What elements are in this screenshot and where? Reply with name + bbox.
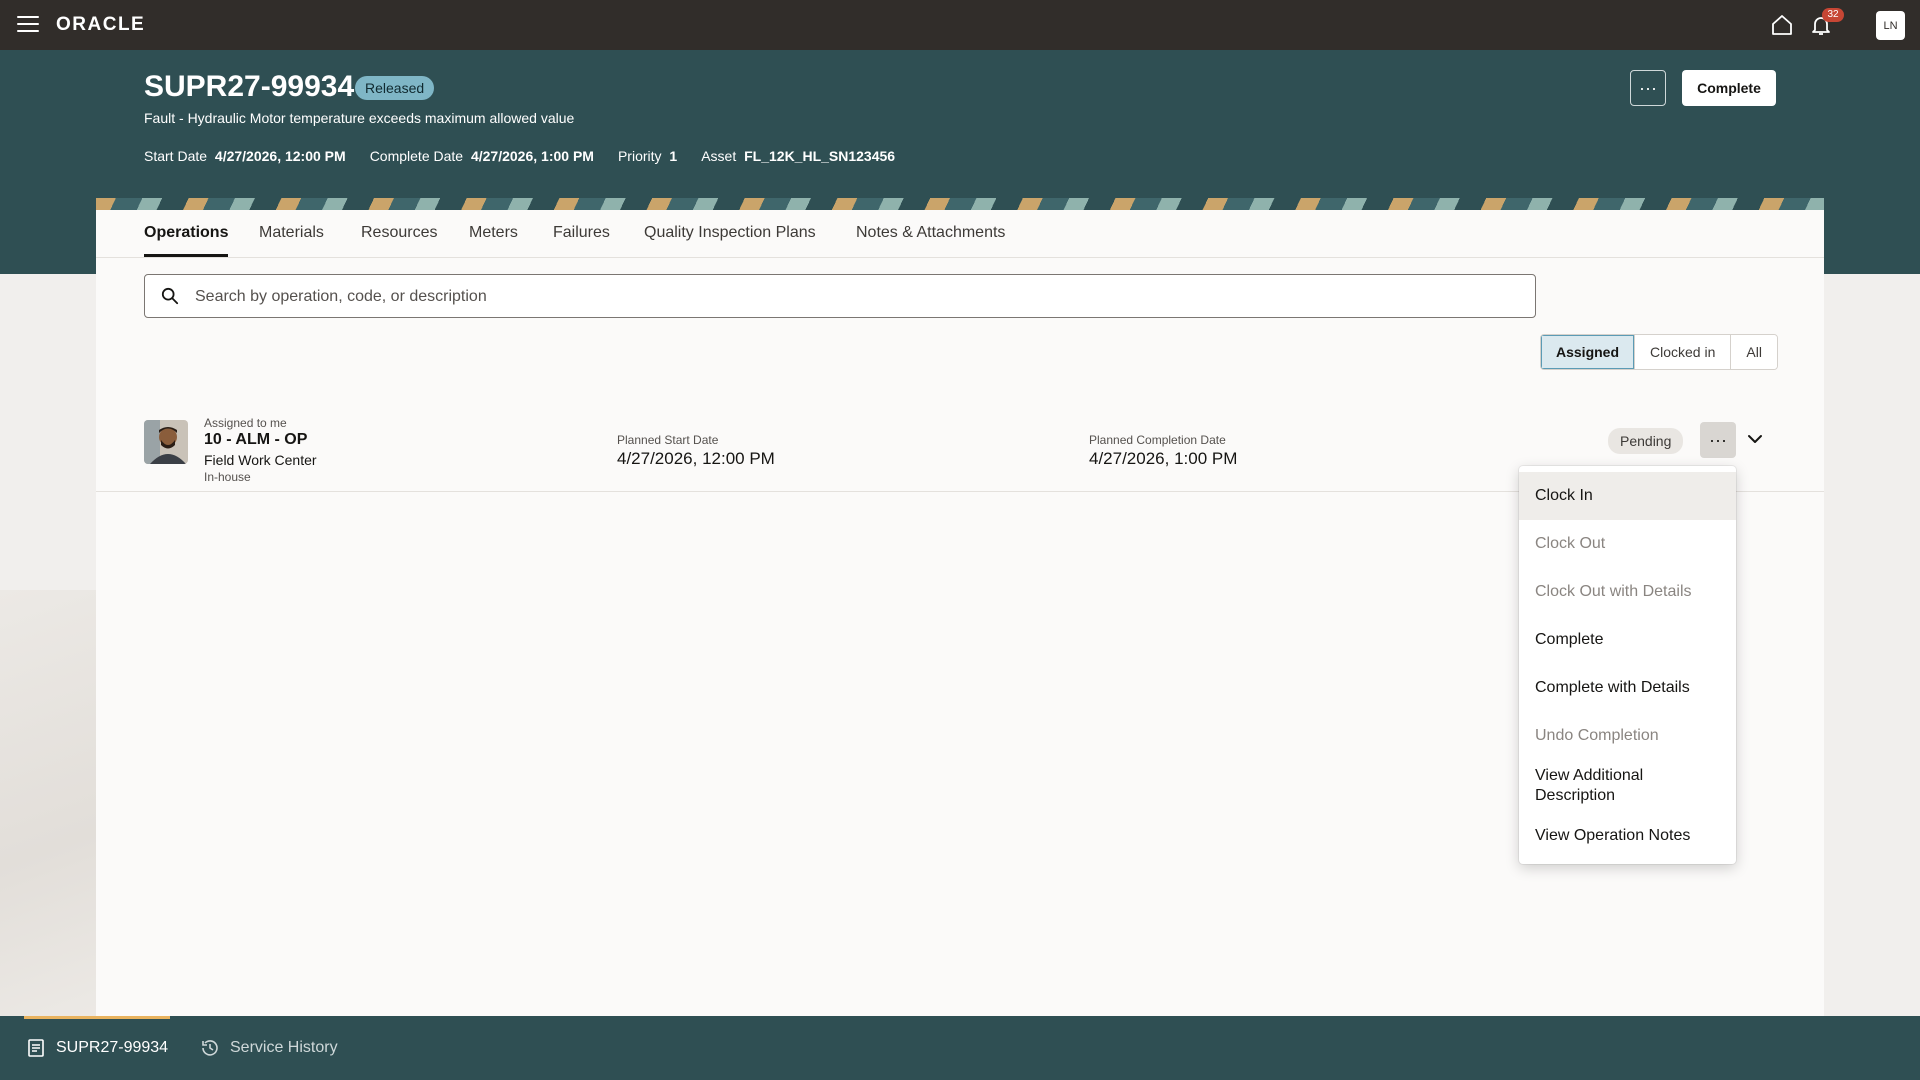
start-date-value: 4/27/2026, 12:00 PM (214, 148, 346, 164)
assignment-filter: Assigned Clocked in All (1540, 334, 1778, 370)
tab-resources[interactable]: Resources (361, 224, 437, 242)
planned-completion-value: 4/27/2026, 1:00 PM (1089, 449, 1238, 468)
assigned-to-me-label: Assigned to me (204, 416, 287, 430)
history-icon (202, 1040, 218, 1056)
complete-date-label: Complete Date (369, 148, 464, 164)
asset-value: FL_12K_HL_SN123456 (744, 148, 896, 164)
planned-completion-label: Planned Completion Date (1089, 433, 1226, 447)
complete-date-meta: Complete Date 4/27/2026, 1:00 PM (370, 148, 594, 164)
planned-start-value: 4/27/2026, 12:00 PM (617, 449, 775, 468)
bottom-navigation: SUPR27-99934 Service History (0, 1016, 1920, 1080)
filter-assigned[interactable]: Assigned (1541, 335, 1636, 369)
menu-item-view-additional-description[interactable]: View Additional Description (1519, 760, 1736, 812)
global-header: ORACLE 32 LN (0, 0, 1920, 50)
menu-item-complete[interactable]: Complete (1519, 616, 1736, 664)
hamburger-menu-icon[interactable] (17, 16, 39, 34)
nav-item-work-order[interactable]: SUPR27-99934 (26, 1038, 168, 1058)
priority-value: 1 (669, 148, 678, 164)
work-order-meta: Start Date 4/27/2026, 12:00 PM Complete … (144, 148, 895, 164)
chevron-down-icon[interactable] (1746, 430, 1764, 448)
active-tab-indicator (144, 254, 228, 257)
document-icon (28, 1039, 44, 1057)
search-input[interactable] (195, 285, 1495, 309)
filter-all[interactable]: All (1731, 335, 1777, 369)
operation-action-menu: Clock In Clock Out Clock Out with Detail… (1519, 466, 1736, 864)
active-nav-indicator (24, 1016, 170, 1019)
decorative-banner-pattern (96, 198, 1824, 210)
nav-item-service-history-label: Service History (230, 1039, 338, 1056)
menu-item-undo-completion: Undo Completion (1535, 727, 1659, 744)
tab-meters[interactable]: Meters (469, 224, 518, 242)
planned-start-label: Planned Start Date (617, 433, 719, 447)
menu-item-view-operation-notes[interactable]: View Operation Notes (1519, 812, 1736, 860)
status-badge: Released (355, 76, 435, 100)
priority-meta: Priority 1 (618, 148, 677, 164)
priority-label: Priority (617, 148, 662, 164)
menu-item-clock-in[interactable]: Clock In (1519, 472, 1736, 520)
work-center: Field Work Center (204, 452, 317, 468)
operation-more-actions-button[interactable]: ··· (1700, 422, 1736, 458)
tab-materials[interactable]: Materials (259, 224, 324, 242)
tab-failures[interactable]: Failures (553, 224, 610, 242)
operation-status-badge: Pending (1608, 428, 1684, 454)
tab-notes-attachments[interactable]: Notes & Attachments (856, 224, 1005, 242)
operation-name: 10 - ALM - OP (204, 431, 308, 448)
nav-item-work-order-label: SUPR27-99934 (56, 1039, 169, 1056)
tab-operations[interactable]: Operations (144, 224, 228, 242)
search-icon (161, 287, 179, 305)
notification-count-badge: 32 (1822, 8, 1844, 22)
user-avatar[interactable]: LN (1876, 11, 1905, 40)
header-complete-button[interactable]: Complete (1682, 70, 1776, 106)
complete-date-value: 4/27/2026, 1:00 PM (470, 148, 594, 164)
menu-item-complete-with-details[interactable]: Complete with Details (1519, 664, 1736, 712)
home-icon[interactable] (1770, 13, 1794, 37)
operation-type: In-house (204, 470, 251, 484)
operation-search (144, 274, 1536, 318)
nav-item-service-history[interactable]: Service History (200, 1038, 338, 1058)
asset-meta: Asset FL_12K_HL_SN123456 (701, 148, 895, 164)
menu-item-clock-out-with-details: Clock Out with Details (1535, 583, 1692, 600)
tab-quality-inspection-plans[interactable]: Quality Inspection Plans (644, 224, 816, 242)
menu-item-clock-out: Clock Out (1535, 535, 1606, 552)
oracle-logo: ORACLE (56, 14, 146, 35)
page-background-decoration (0, 590, 96, 1016)
work-order-title: SUPR27-99934 (144, 70, 355, 103)
tab-bar: Operations Materials Resources Meters Fa… (96, 210, 1824, 258)
header-more-actions-button[interactable]: ··· (1630, 70, 1666, 106)
start-date-label: Start Date (144, 148, 208, 164)
filter-clocked-in[interactable]: Clocked in (1635, 335, 1732, 369)
work-order-description: Fault - Hydraulic Motor temperature exce… (144, 110, 575, 126)
asset-label: Asset (701, 148, 737, 164)
start-date-meta: Start Date 4/27/2026, 12:00 PM (144, 148, 346, 164)
assignee-avatar (144, 420, 188, 464)
